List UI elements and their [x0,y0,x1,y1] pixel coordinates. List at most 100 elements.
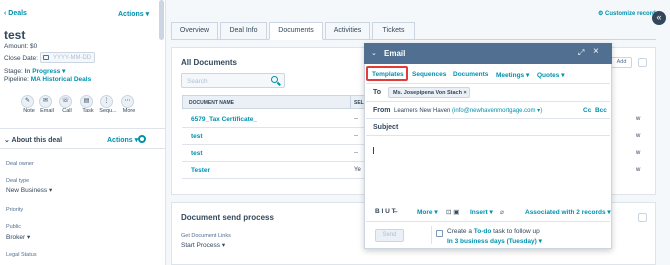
table-cell: w [636,116,641,122]
deal-title: test [4,28,26,42]
more-format-dropdown[interactable]: More ▾ [417,208,438,216]
email-icon: ✉ [39,95,52,108]
divider [0,128,166,129]
todo-suffix: task to follow up [493,228,540,235]
email-tab-sequences[interactable]: Sequences [412,71,446,78]
divider [366,101,610,102]
action-label: Call [62,108,72,114]
bcc-link[interactable]: Bcc [595,107,607,114]
divider [0,148,166,149]
close-date-label: Close Date: [4,55,38,62]
settings-gear-icon[interactable] [138,135,146,143]
tab-activities[interactable]: Activities [325,22,370,40]
table-cell: Ye [354,167,361,173]
table-cell: w [636,167,641,173]
tab-deal-info[interactable]: Deal Info [220,22,267,40]
deals-back-link[interactable]: ‹ Deals [4,10,27,17]
subject-field[interactable]: Subject [373,124,398,131]
stage-label: Stage: [4,68,23,75]
to-label: To [373,89,382,96]
from-selector[interactable]: Learners New Haven (info@newhavenmortgag… [394,107,542,114]
tab-documents[interactable]: Documents [269,22,323,40]
email-body-editor[interactable] [366,137,610,201]
action-more[interactable]: ⋯ More [118,95,140,114]
record-tabs: Overview Deal Info Documents Activities … [171,22,656,40]
documents-settings-icon[interactable] [638,58,647,67]
table-cell: -- [354,116,358,122]
attachment-icon[interactable]: ⌀ [500,208,504,216]
action-label: More [122,108,136,114]
sidebar-scrollbar[interactable] [159,0,164,40]
action-task[interactable]: ▤ Task [77,95,99,114]
priority-label: Priority [6,207,24,213]
email-dialog-title: Email [384,49,406,58]
more-icon: ⋯ [121,95,134,108]
todo-prefix: Create a [447,228,472,235]
associated-records-dropdown[interactable]: Associated with 2 records ▾ [525,208,611,216]
column-document-name[interactable]: DOCUMENT NAME [182,95,364,109]
table-row[interactable]: test [182,145,366,162]
table-row[interactable]: 6579_Tax Certificate_ [182,111,366,128]
from-email: (info@newhavenmortgage.com ▾) [452,108,543,114]
deal-owner-label: Deal owner [6,161,34,167]
pipeline-label: Pipeline: [4,76,29,83]
divider [366,221,610,222]
tab-tickets[interactable]: Tickets [372,22,415,40]
table-row[interactable]: test [182,128,366,145]
pipeline-value[interactable]: MA Historical Deals [31,76,91,83]
image-link-icons[interactable]: ⊡ ▣ [446,208,459,216]
stage-dropdown[interactable]: In Progress ▾ [25,68,66,75]
action-sequence[interactable]: ⋮ Sequ... [97,95,119,114]
customize-record-link[interactable]: ⚙ Customize record [598,10,656,17]
action-label: Email [40,108,54,114]
about-actions-menu[interactable]: Actions ▾ [107,136,138,144]
format-toolbar[interactable]: B I U T̶ [375,208,396,215]
call-icon: ☏ [59,95,72,108]
about-section-toggle[interactable]: ⌄ About this deal [4,136,62,144]
email-tab-quotes[interactable]: Quotes ▾ [537,71,564,79]
action-label: Task [82,108,94,114]
cc-link[interactable]: Cc [583,107,591,114]
insert-dropdown[interactable]: Insert ▾ [470,208,493,216]
deal-type-dropdown[interactable]: New Business ▾ [6,186,52,194]
action-email[interactable]: ✉ Email [36,95,58,114]
search-icon[interactable] [271,76,278,83]
expand-icon[interactable]: ⤢ [578,48,584,58]
send-process-title: Document send process [181,213,274,222]
minimize-chevron-icon[interactable]: ⌄ [371,49,377,57]
public-dropdown[interactable]: Broker ▾ [6,233,30,241]
recipient-chip[interactable]: Ms. Josepipena Von Stach × [388,87,470,98]
email-tab-documents[interactable]: Documents [453,71,488,78]
tab-overview[interactable]: Overview [171,22,218,40]
start-process-dropdown[interactable]: Start Process ▾ [181,241,225,249]
action-call[interactable]: ☏ Call [56,95,78,114]
pipeline-row: Pipeline: MA Historical Deals [4,76,91,83]
send-process-settings-icon[interactable] [638,213,647,222]
deal-actions-menu[interactable]: Actions ▾ [118,10,149,18]
divider [366,135,610,136]
todo-due-dropdown[interactable]: In 3 business days (Tuesday) ▾ [447,237,542,245]
divider [366,83,610,84]
search-input[interactable]: Search [181,73,285,88]
table-cell: -- [354,133,358,139]
divider [366,118,610,119]
table-cell: -- [354,150,358,156]
divider [431,226,432,244]
create-todo-checkbox[interactable] [436,230,443,237]
send-button[interactable]: Send [375,229,404,242]
from-name: Learners New Haven [394,108,451,114]
email-tab-templates[interactable]: Templates [372,71,404,78]
calendar-icon [43,55,49,60]
table-row[interactable]: Tester [182,162,366,179]
table-cell: w [636,150,641,156]
table-cell: w [636,133,641,139]
create-todo-text: Create a To-do task to follow up [447,228,540,235]
legal-status-label: Legal Status [6,252,37,258]
action-label: Sequ... [99,108,117,114]
add-document-button[interactable]: Add [611,57,632,68]
email-tab-meetings[interactable]: Meetings ▾ [496,71,529,79]
note-icon: ✎ [21,95,34,108]
deal-type-label: Deal type [6,178,30,184]
todo-type-link[interactable]: To-do [474,228,492,235]
close-icon[interactable]: × [593,46,599,57]
